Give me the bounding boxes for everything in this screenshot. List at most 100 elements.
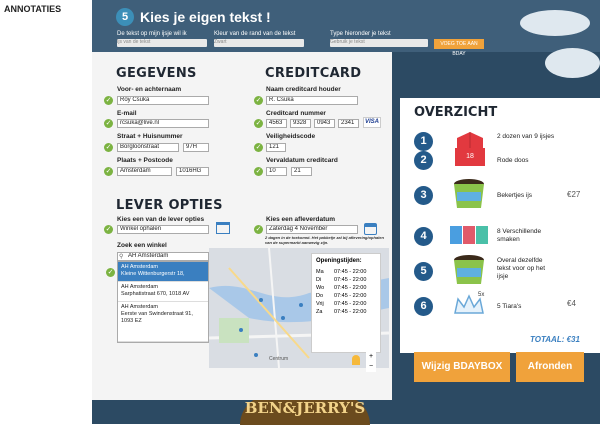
cloud [545, 48, 600, 78]
ice-cream-text-icon [454, 255, 484, 284]
overview-text: 2 dozen van 9 ijsjes [497, 133, 555, 140]
cardnumber-part[interactable]: 0943 [314, 119, 335, 128]
ice-cream-cup-icon [454, 179, 484, 208]
store-option[interactable]: AH Amsterdam Sarphatistraat 670, 1018 AV [118, 282, 208, 302]
hours-day: Wo [316, 285, 325, 291]
text-input[interactable]: Gebruik je tekst [330, 39, 428, 47]
hours-time: 07:45 - 22:00 [334, 285, 367, 291]
store-option[interactable]: AH Amsterdam Kleine Wittenburgerstr 18, [118, 262, 208, 282]
annotations-panel: ANNOTATIES [0, 0, 92, 424]
search-icon: ⚲ [119, 254, 124, 260]
store-marker[interactable] [299, 303, 303, 307]
add-text-button[interactable]: VOEG TOE AAN BDAY [434, 39, 484, 57]
check-icon: ✓ [104, 225, 113, 234]
store-icon[interactable] [216, 222, 230, 234]
name-input[interactable]: Roy Csuka [117, 96, 209, 105]
total-price: TOTAAL: €31 [530, 335, 580, 344]
hours-row: Ma 07:45 - 22:00 [316, 268, 376, 276]
store-marker[interactable] [281, 316, 285, 320]
store-search-input[interactable]: AH Amsterdam [117, 252, 209, 261]
hours-row: Za 07:45 - 22:00 [316, 308, 376, 316]
delivery-date-label: Kies een afleverdatum [266, 216, 336, 223]
overview-text: Bekertjes ijs [497, 192, 533, 199]
opening-hours: Openingstijden: Ma 07:45 - 22:00 Di 07:45 … [311, 253, 381, 353]
overview-price: €4 [567, 299, 576, 308]
annotations-label: ANNOTATIES [4, 4, 62, 14]
expiry-month-select[interactable]: 10 [266, 167, 287, 176]
store-dropdown: AH Amsterdam Kleine Wittenburgerstr 18, … [117, 261, 209, 343]
holder-label: Naam creditcard houder [266, 86, 341, 93]
edit-bdaybox-button[interactable]: Wijzig BDAYBOX [414, 352, 510, 382]
delivery-option-select[interactable]: Winkel ophalen [117, 225, 209, 234]
check-icon: ✓ [106, 268, 115, 277]
store-option-name: AH Amsterdam [121, 264, 158, 270]
overview-price: €27 [567, 190, 581, 199]
store-option[interactable]: AH Amsterdam Eerste van Swindenstraat 91… [118, 302, 208, 342]
check-icon: ✓ [254, 167, 263, 176]
pegman-icon[interactable] [352, 355, 360, 365]
store-option-name: AH Amsterdam [121, 304, 158, 310]
hours-day: Do [316, 293, 324, 299]
check-icon: ✓ [104, 143, 113, 152]
store-marker[interactable] [259, 298, 263, 302]
overview-number: 6 [414, 297, 433, 316]
cardnumber-part[interactable]: 4563 [266, 119, 287, 128]
cardnumber-part[interactable]: 9328 [290, 119, 311, 128]
expiry-year-select[interactable]: 21 [291, 167, 312, 176]
check-icon: ✓ [104, 96, 113, 105]
store-marker[interactable] [239, 328, 243, 332]
hours-row: Wo 07:45 - 22:00 [316, 284, 376, 292]
city-label: Plaats + Postcode [117, 157, 173, 164]
housenumber-input[interactable]: 97H [183, 143, 209, 152]
hours-time: 07:45 - 22:00 [334, 269, 367, 275]
cloud [520, 10, 590, 36]
map-label: Centrum [269, 356, 289, 362]
street-input[interactable]: Borgloonstraat [117, 143, 179, 152]
calendar-icon[interactable] [364, 223, 377, 235]
delivery-date-input[interactable]: Zaterdag 4 November [266, 225, 358, 234]
delivery-title: LEVER OPTIES [116, 198, 223, 213]
step-number: 5 [116, 8, 134, 26]
check-icon: ✓ [254, 143, 263, 152]
postcode-input[interactable]: 1016HG [176, 167, 209, 176]
tiara-quantity: 5x [478, 292, 485, 298]
color-label: Kleur van de rand van de tekst [214, 31, 296, 37]
holder-input[interactable]: R. Csuka [266, 96, 358, 105]
check-icon: ✓ [254, 225, 263, 234]
overview-text: Rode doos [497, 157, 529, 164]
name-label: Voor- en achternaam [117, 86, 182, 93]
street-label: Straat + Huisnummer [117, 133, 183, 140]
hours-day: Vrij [316, 301, 324, 307]
finish-button[interactable]: Afronden [516, 352, 584, 382]
store-search-label: Zoek een winkel [117, 242, 167, 249]
color-select[interactable]: Zwart [214, 39, 304, 47]
text-label: De tekst op mijn ijsje wil ik [117, 31, 187, 37]
cardnumber-part[interactable]: 2341 [338, 119, 359, 128]
email-input[interactable]: rcsuka@live.nl [117, 119, 209, 128]
zoom-controls[interactable]: + − [366, 352, 376, 372]
check-icon: ✓ [104, 167, 113, 176]
store-marker[interactable] [254, 353, 258, 357]
opening-hours-title: Openingstijden: [316, 258, 362, 264]
store-option-address: Sarphatistraat 670, 1018 AV [121, 291, 190, 297]
hours-day: Za [316, 309, 323, 315]
delivery-date-note: 2 dagen in de toekomst. Het pakketje zal… [265, 235, 384, 245]
overview-number: 4 [414, 227, 433, 246]
overview-title: OVERZICHT [414, 105, 498, 120]
red-box-icon: 18 [455, 148, 485, 166]
text-select[interactable]: Ijs van de tekst [117, 39, 207, 47]
delivery-option-label: Kies een van de lever opties [117, 216, 205, 223]
overview-number: 2 [414, 151, 433, 170]
hours-row: Di 07:45 - 22:00 [316, 276, 376, 284]
hours-row: Vrij 07:45 - 22:00 [316, 300, 376, 308]
step-title: Kies je eigen tekst ! [140, 9, 271, 25]
overview-number: 5 [414, 262, 433, 281]
cvc-input[interactable]: 121 [266, 143, 286, 152]
overview-text: Overal dezelfde tekst voor op het ijsje [497, 257, 546, 280]
cvc-label: Veiligheidscode [266, 133, 316, 140]
hours-day: Di [316, 277, 322, 283]
expiry-label: Vervaldatum creditcard [266, 157, 338, 164]
overview-number: 1 [414, 132, 433, 151]
hours-time: 07:45 - 22:00 [334, 309, 367, 315]
city-input[interactable]: Amsterdam [117, 167, 172, 176]
